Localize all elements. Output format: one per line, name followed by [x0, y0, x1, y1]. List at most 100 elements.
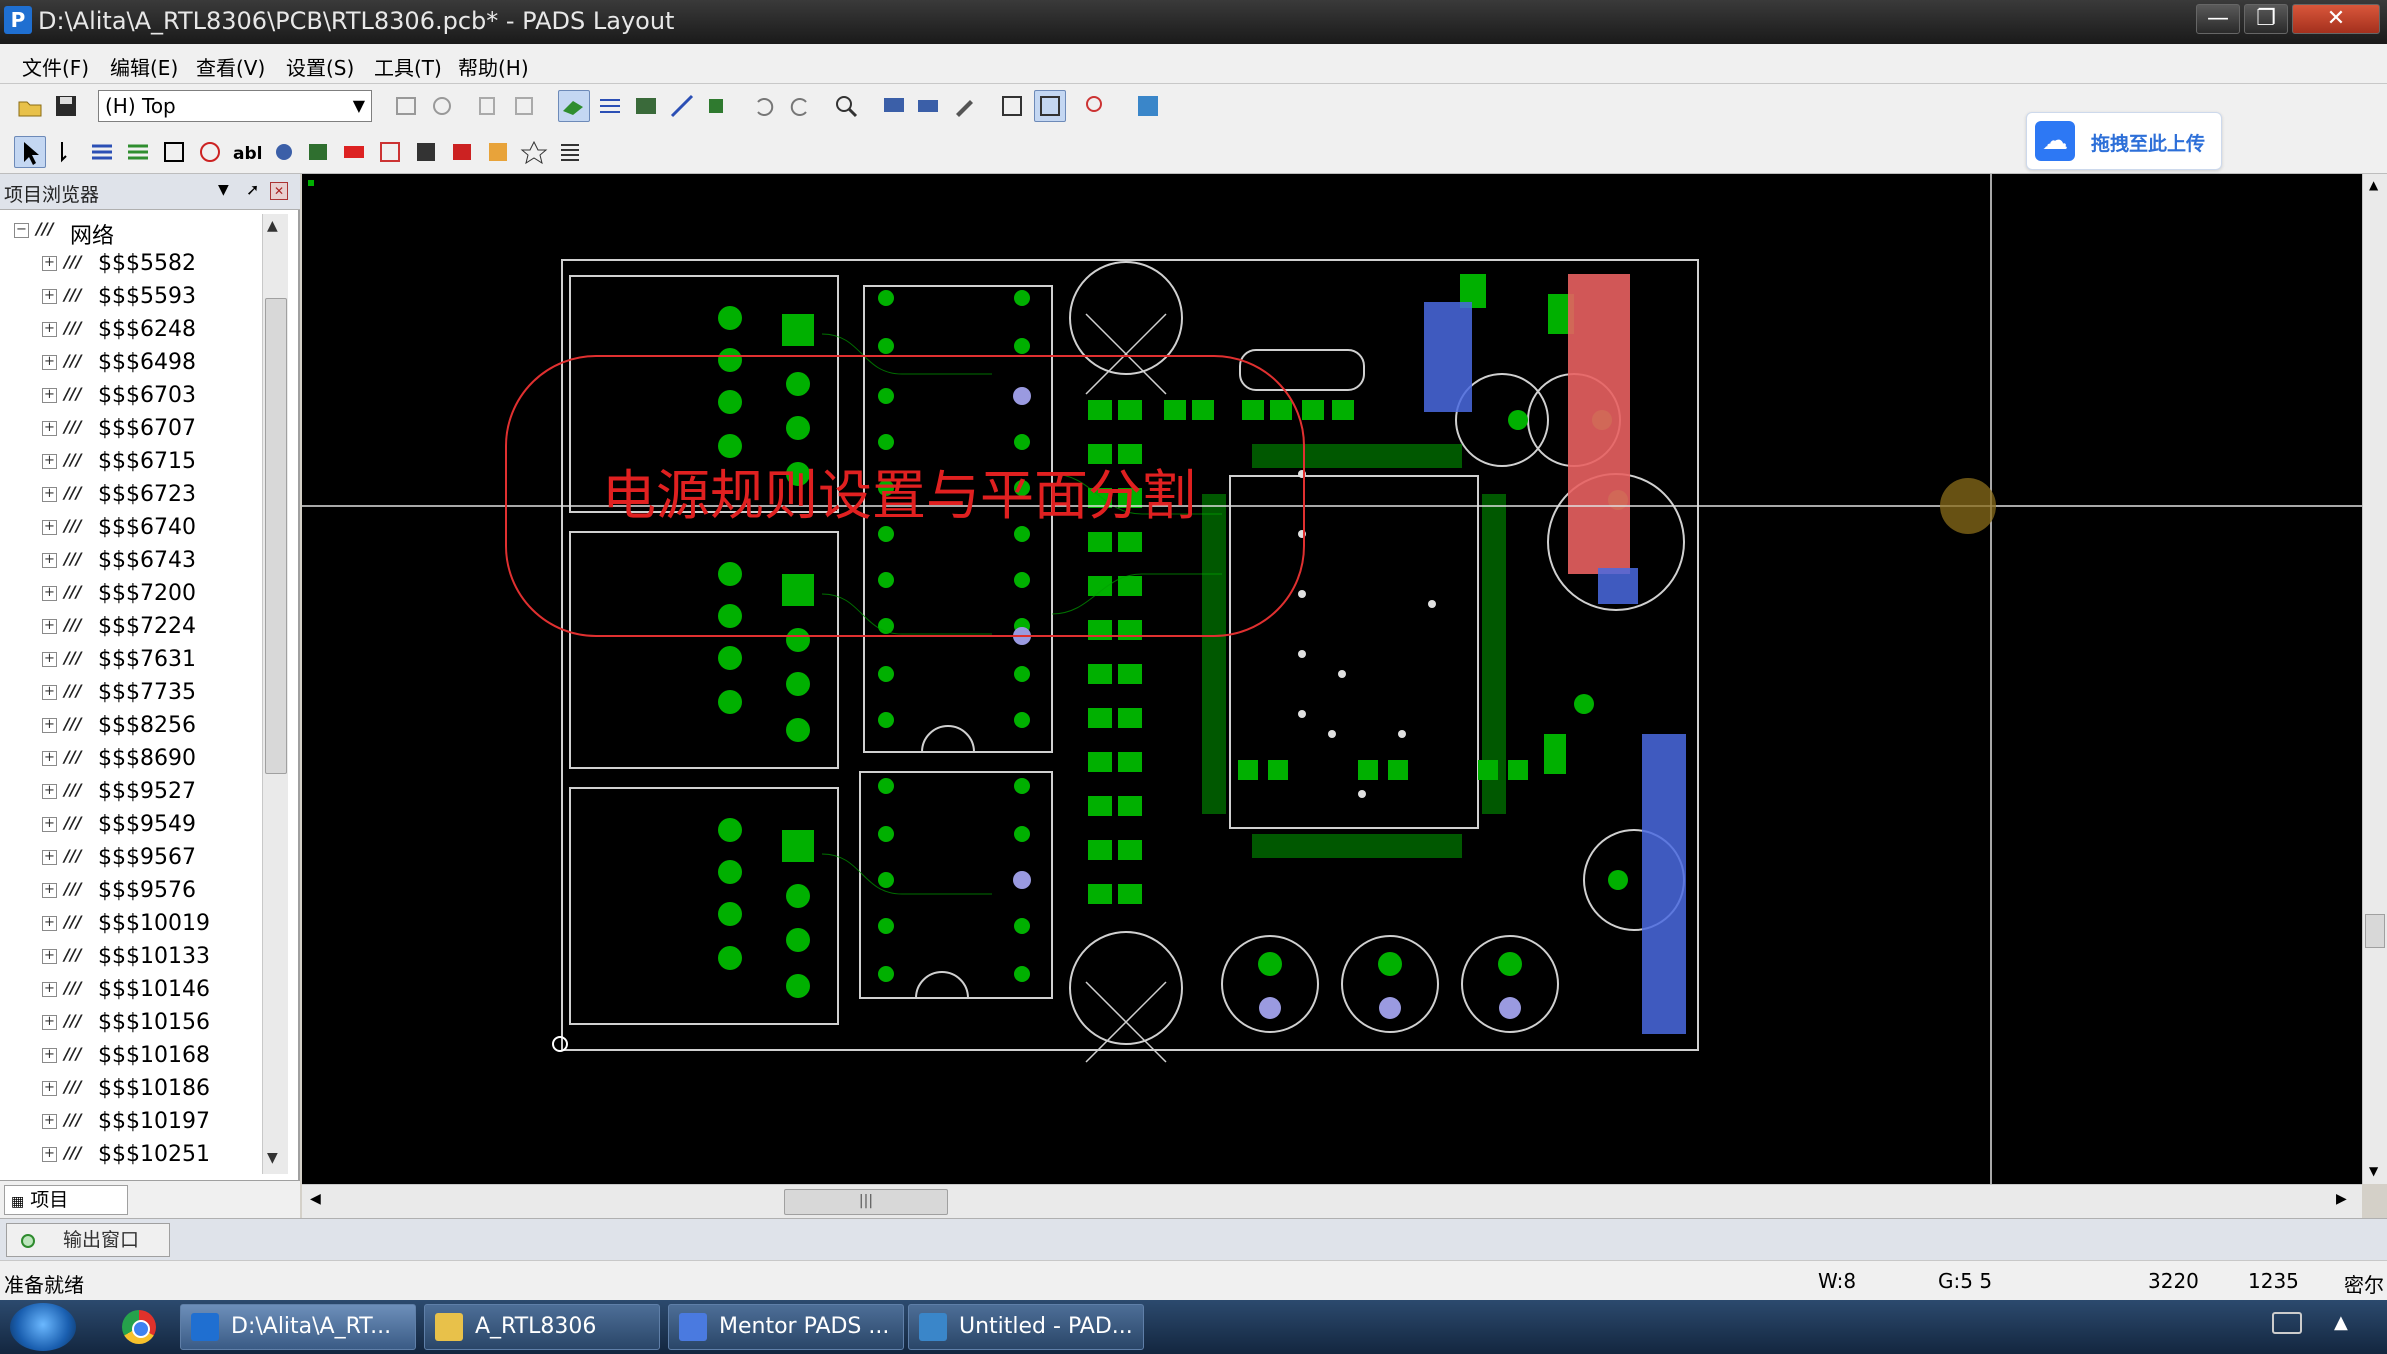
rtl8306-chip[interactable] [1229, 475, 1479, 829]
expand-icon[interactable]: + [42, 751, 57, 766]
expand-icon[interactable]: + [42, 322, 57, 337]
tree-net-item[interactable]: + /// $$$6248 [0, 313, 262, 346]
expand-icon[interactable]: + [42, 817, 57, 832]
scroll-down-icon[interactable]: ▼ [267, 1150, 278, 1166]
expand-icon[interactable]: + [42, 256, 57, 271]
tree-net-item[interactable]: + /// $$$9567 [0, 841, 262, 874]
expand-icon[interactable]: + [42, 949, 57, 964]
copper-icon[interactable] [88, 138, 116, 166]
report-icon[interactable] [998, 92, 1026, 120]
expand-icon[interactable]: + [42, 586, 57, 601]
vertical-scroll-thumb[interactable] [2365, 914, 2385, 948]
text-icon[interactable]: abl [232, 138, 262, 166]
drafting-toolbar-icon[interactable] [632, 92, 660, 120]
copy-icon[interactable] [474, 92, 502, 120]
expand-icon[interactable]: + [42, 784, 57, 799]
tab-project[interactable]: ▦ 项目 [4, 1185, 128, 1215]
tree-net-item[interactable]: + /// $$$6498 [0, 346, 262, 379]
canvas-vertical-scrollbar[interactable]: ▲ ▼ [2362, 174, 2387, 1184]
tree-net-item[interactable]: + /// $$$9527 [0, 775, 262, 808]
refresh-icon[interactable] [428, 92, 456, 120]
list-icon[interactable] [556, 138, 584, 166]
tree-net-item[interactable]: + /// $$$9576 [0, 874, 262, 907]
tree-net-item[interactable]: + /// $$$6743 [0, 544, 262, 577]
layer-select[interactable]: (H) Top ▼ [98, 90, 372, 122]
dimension-icon[interactable] [270, 138, 298, 166]
tree-net-item[interactable]: + /// $$$5593 [0, 280, 262, 313]
scroll-down-icon[interactable]: ▼ [2369, 1164, 2378, 1178]
dropdown-icon[interactable]: ▼ [218, 182, 229, 198]
task-folder[interactable]: A_RTL8306 [424, 1304, 660, 1350]
route-toolbar-icon[interactable] [596, 92, 624, 120]
tree-scrollbar[interactable]: ▲ ▼ [262, 214, 288, 1174]
expand-icon[interactable]: + [42, 685, 57, 700]
tree-net-item[interactable]: + /// $$$8256 [0, 709, 262, 742]
tree-net-item[interactable]: + /// $$$10019 [0, 907, 262, 940]
expand-icon[interactable]: + [42, 454, 57, 469]
tree-net-item[interactable]: + /// $$$10251 [0, 1138, 262, 1171]
expand-icon[interactable]: + [42, 1048, 57, 1063]
save-icon[interactable] [52, 92, 80, 120]
tree-net-item[interactable]: + /// $$$6723 [0, 478, 262, 511]
tree-net-item[interactable]: + /// $$$6707 [0, 412, 262, 445]
expand-icon[interactable]: + [42, 1081, 57, 1096]
scroll-up-icon[interactable]: ▲ [2369, 178, 2378, 192]
menu-help[interactable]: 帮助(H) [458, 52, 529, 81]
tray-expand-icon[interactable]: ▲ [2334, 1312, 2348, 1333]
pcb-canvas[interactable]: 电源规则设置与平面分割 [302, 174, 2362, 1184]
select-arrow-icon[interactable] [14, 136, 46, 168]
expand-icon[interactable]: + [42, 1114, 57, 1129]
paste-icon[interactable] [510, 92, 538, 120]
tab-output-window[interactable]: 输出窗口 [6, 1223, 170, 1257]
tree-net-item[interactable]: + /// $$$10156 [0, 1006, 262, 1039]
canvas-horizontal-scrollbar[interactable]: ◀ ||| ▶ [302, 1184, 2362, 1218]
from-library-icon[interactable] [376, 138, 404, 166]
tree-net-item[interactable]: + /// $$$6703 [0, 379, 262, 412]
tree-net-item[interactable]: + /// $$$9549 [0, 808, 262, 841]
tree-net-item[interactable]: + /// $$$8690 [0, 742, 262, 775]
pcb-icon[interactable] [448, 138, 476, 166]
tree-net-item[interactable]: + /// $$$10186 [0, 1072, 262, 1105]
dxf-icon[interactable] [520, 138, 548, 166]
copper-pour-icon[interactable] [124, 138, 152, 166]
expand-icon[interactable]: + [42, 916, 57, 931]
chrome-icon[interactable] [122, 1310, 156, 1344]
pen-icon[interactable] [950, 92, 978, 120]
design-toolbar-icon[interactable] [558, 90, 590, 122]
minimize-button[interactable]: — [2196, 4, 2240, 34]
expand-icon[interactable]: + [42, 388, 57, 403]
expand-icon[interactable]: + [42, 487, 57, 502]
tree-net-item[interactable]: + /// $$$5582 [0, 247, 262, 280]
task-untitled-pads[interactable]: Untitled - PAD... [908, 1304, 1144, 1350]
tree-net-item[interactable]: + /// $$$7631 [0, 643, 262, 676]
menu-tools[interactable]: 工具(T) [374, 52, 442, 81]
scroll-right-icon[interactable]: ▶ [2336, 1191, 2347, 1207]
tree-net-item[interactable]: + /// $$$10168 [0, 1039, 262, 1072]
add-part-icon[interactable] [412, 138, 440, 166]
menu-view[interactable]: 查看(V) [196, 52, 265, 81]
start-button[interactable] [10, 1303, 76, 1351]
menu-setup[interactable]: 设置(S) [286, 52, 354, 81]
expand-icon[interactable]: + [42, 619, 57, 634]
expand-icon[interactable]: + [42, 850, 57, 865]
scroll-left-icon[interactable]: ◀ [310, 1191, 321, 1207]
properties-icon[interactable] [392, 92, 420, 120]
expand-icon[interactable]: + [42, 289, 57, 304]
tree-net-item[interactable]: + /// $$$7735 [0, 676, 262, 709]
undo-icon[interactable] [750, 92, 778, 120]
drc-icon[interactable] [914, 92, 942, 120]
board-outline-icon[interactable] [340, 138, 368, 166]
tree-scroll-thumb[interactable] [265, 298, 287, 774]
menu-edit[interactable]: 编辑(E) [110, 52, 178, 81]
expand-icon[interactable]: + [42, 553, 57, 568]
collapse-icon[interactable]: − [14, 223, 29, 238]
router-icon[interactable] [1134, 92, 1162, 120]
expand-icon[interactable]: + [42, 982, 57, 997]
keepout-icon[interactable] [196, 138, 224, 166]
expand-icon[interactable]: + [42, 652, 57, 667]
open-file-icon[interactable] [16, 92, 44, 120]
expand-icon[interactable]: + [42, 718, 57, 733]
via-icon[interactable] [484, 138, 512, 166]
close-button[interactable]: ✕ [2292, 4, 2380, 34]
pin-icon[interactable]: ➚ [246, 180, 259, 199]
